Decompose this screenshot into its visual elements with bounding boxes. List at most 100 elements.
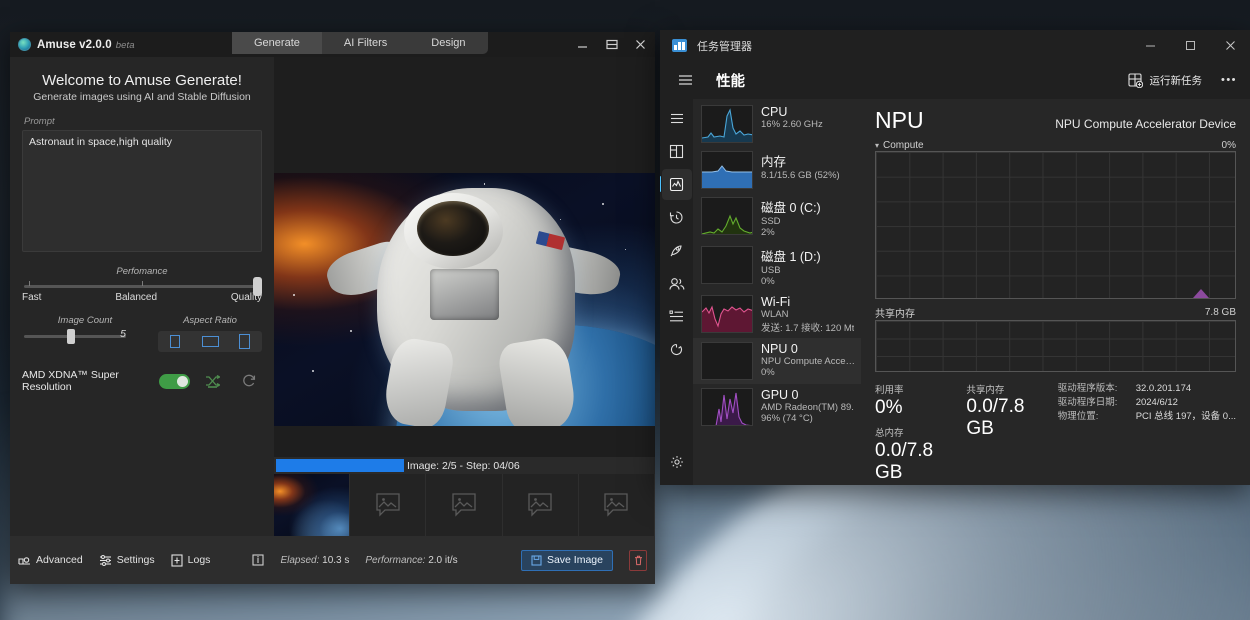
thumbnail-4[interactable] xyxy=(503,474,579,536)
rail-users-icon[interactable] xyxy=(662,268,692,299)
image-placeholder-icon xyxy=(452,493,476,517)
image-placeholder-icon xyxy=(376,493,400,517)
cpu-detail: 16% 2.60 GHz xyxy=(761,119,823,130)
tm-maximize-button[interactable] xyxy=(1170,30,1210,61)
rail-performance-icon[interactable] xyxy=(660,169,692,200)
list-item-wifi[interactable]: Wi-Fi WLAN 发送: 1.7 接收: 120 Mt xyxy=(693,291,861,338)
run-new-task-button[interactable]: 运行新任务 xyxy=(1118,69,1213,92)
performance-mid-label: Balanced xyxy=(115,292,158,303)
hamburger-menu-icon[interactable] xyxy=(664,61,706,99)
amuse-title-text: Amuse v2.0.0 xyxy=(37,38,112,51)
amuse-window-controls[interactable] xyxy=(568,32,655,57)
reset-icon[interactable] xyxy=(235,371,262,391)
save-image-button[interactable]: Save Image xyxy=(520,549,613,571)
image-count-slider[interactable]: 5 xyxy=(24,328,126,344)
task-manager-nav-rail[interactable] xyxy=(660,99,693,485)
prompt-input[interactable]: Astronaut in space,high quality xyxy=(22,130,262,252)
task-manager-body: CPU 16% 2.60 GHz 内存 8.1/15.6 GB (52%) 磁盘… xyxy=(660,99,1250,485)
advanced-button[interactable]: Advanced xyxy=(18,554,83,567)
task-manager-icon xyxy=(672,39,687,52)
settings-button[interactable]: Settings xyxy=(99,554,155,567)
portrait-narrow-icon xyxy=(170,335,181,348)
rail-services-icon[interactable] xyxy=(662,334,692,365)
aspect-ratio-landscape-button[interactable] xyxy=(193,331,228,352)
rail-startup-apps-icon[interactable] xyxy=(662,235,692,266)
minimize-button[interactable] xyxy=(568,32,597,57)
resource-list[interactable]: CPU 16% 2.60 GHz 内存 8.1/15.6 GB (52%) 磁盘… xyxy=(693,99,861,485)
thumbnail-3[interactable] xyxy=(426,474,503,536)
memory-text: 内存 8.1/15.6 GB (52%) xyxy=(761,151,840,181)
tab-design[interactable]: Design xyxy=(409,32,487,54)
disk1-sparkline xyxy=(701,246,753,284)
tab-ai-filters[interactable]: AI Filters xyxy=(322,32,409,54)
wifi-throughput: 发送: 1.7 接收: 120 Mt xyxy=(761,323,855,334)
task-manager-window[interactable]: 任务管理器 性能 运行新任务 ••• CPU 16% 2.60 GHz 内存 8… xyxy=(660,30,1250,485)
super-resolution-toggle[interactable] xyxy=(159,373,190,389)
advanced-label: Advanced xyxy=(36,554,83,566)
npu0-text: NPU 0 NPU Compute Accel… 0% xyxy=(761,342,855,378)
task-manager-window-controls[interactable] xyxy=(1130,30,1250,61)
shared-memory-graph-label: 共享内存 7.8 GB xyxy=(875,305,1236,320)
thumbnail-2[interactable] xyxy=(350,474,427,536)
thumbnail-5[interactable] xyxy=(579,474,655,536)
amuse-tabs[interactable]: Generate AI Filters Design xyxy=(232,32,488,54)
driver-version-key: 驱动程序版本: xyxy=(1057,383,1118,394)
image-count-slider-knob[interactable] xyxy=(66,329,75,344)
rail-processes-icon[interactable] xyxy=(662,136,692,167)
performance-slider-knob[interactable] xyxy=(253,277,262,296)
more-options-button[interactable]: ••• xyxy=(1214,66,1244,94)
amuse-preview-pane: Image: 2/5 - Step: 04/06 xyxy=(274,57,655,536)
new-task-icon xyxy=(1127,72,1143,88)
list-item-npu0[interactable]: NPU 0 NPU Compute Accel… 0% xyxy=(693,338,861,384)
thumbnail-1[interactable] xyxy=(274,474,351,536)
logs-button[interactable]: Logs xyxy=(171,553,211,567)
utilization-value: 0% xyxy=(875,397,903,418)
rail-hamburger-menu-icon[interactable] xyxy=(662,103,692,134)
performance-slider[interactable] xyxy=(24,277,262,296)
total-memory-key: 总内存 xyxy=(875,428,904,439)
compute-graph-label[interactable]: ▾ Compute 0% xyxy=(875,140,1236,151)
performance-tick-balanced xyxy=(142,281,143,286)
aspect-ratio-portrait-button[interactable] xyxy=(227,331,262,352)
amuse-window[interactable]: Amuse v2.0.0 beta Generate AI Filters Des… xyxy=(10,32,655,584)
tm-minimize-button[interactable] xyxy=(1130,30,1170,61)
amuse-body: Welcome to Amuse Generate! Generate imag… xyxy=(10,57,655,536)
shuffle-icon[interactable] xyxy=(199,371,226,391)
list-item-gpu0[interactable]: GPU 0 AMD Radeon(TM) 89. 96% (74 °C) xyxy=(693,384,861,430)
rail-details-icon[interactable] xyxy=(662,301,692,332)
disk1-usage: 0% xyxy=(761,276,775,287)
elapsed-stat: Elapsed: 10.3 s xyxy=(280,555,349,566)
shared-memory-label-text: 共享内存 xyxy=(875,309,915,320)
list-item-disk1[interactable]: 磁盘 1 (D:) USB 0% xyxy=(693,242,861,291)
list-item-cpu[interactable]: CPU 16% 2.60 GHz xyxy=(693,101,861,147)
maximize-button[interactable] xyxy=(597,32,626,57)
settings-gear-icon[interactable] xyxy=(662,446,692,477)
info-button[interactable] xyxy=(252,554,264,566)
page-title: 性能 xyxy=(716,73,745,90)
save-icon xyxy=(531,554,542,566)
amuse-app-icon xyxy=(18,38,31,51)
npu0-name: NPU 0 xyxy=(761,342,798,356)
tab-generate[interactable]: Generate xyxy=(232,32,322,54)
rail-app-history-icon[interactable] xyxy=(662,202,692,233)
logs-label: Logs xyxy=(187,554,211,566)
delete-button[interactable] xyxy=(629,549,647,571)
thumbnail-strip[interactable] xyxy=(274,474,655,536)
performance-scale: Fast Balanced Quality xyxy=(22,292,262,303)
list-item-disk0[interactable]: 磁盘 0 (C:) SSD 2% xyxy=(693,193,861,242)
close-button[interactable] xyxy=(626,32,655,57)
disk0-name: 磁盘 0 (C:) xyxy=(761,201,821,215)
driver-version-row: 驱动程序版本: 32.0.201.174 xyxy=(1058,382,1236,396)
tm-close-button[interactable] xyxy=(1210,30,1250,61)
aspect-ratio-buttons[interactable] xyxy=(158,331,262,352)
amuse-titlebar[interactable]: Amuse v2.0.0 beta Generate AI Filters Des… xyxy=(10,32,655,57)
amuse-version-tag: beta xyxy=(115,39,135,51)
list-item-memory[interactable]: 内存 8.1/15.6 GB (52%) xyxy=(693,147,861,193)
wifi-name: Wi-Fi xyxy=(761,295,791,309)
driver-date-row: 驱动程序日期: 2024/6/12 xyxy=(1058,396,1236,410)
generated-image-canvas[interactable] xyxy=(274,173,655,426)
image-placeholder-icon xyxy=(528,493,552,517)
task-manager-titlebar[interactable]: 任务管理器 xyxy=(660,30,1250,61)
aspect-ratio-portrait-narrow-button[interactable] xyxy=(158,331,193,352)
super-resolution-label: AMD XDNA™ Super Resolution xyxy=(22,369,119,393)
